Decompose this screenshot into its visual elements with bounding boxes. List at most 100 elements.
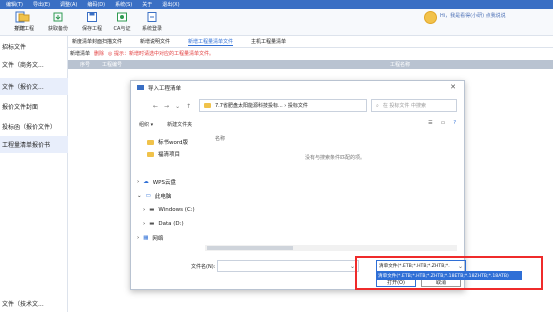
highlight-box [355, 256, 543, 290]
user-greeting[interactable]: Hi，我是看得(小研) 点我说说 [424, 11, 506, 24]
network-icon: ▦ [143, 235, 149, 241]
drive-icon: ▬ [149, 207, 155, 213]
forward-arrow-icon[interactable]: → [164, 103, 169, 110]
tree-item[interactable]: › ▬ Data (D:) [143, 219, 184, 229]
drive-icon: ▬ [149, 221, 155, 227]
address-path: 7.7省肥盘太阳能源科技投标... › 投标文件 [215, 103, 308, 109]
menu-edit[interactable]: 编辑(T) [6, 1, 23, 8]
menu-bar: 编辑(T) 导出(E) 调整(A) 编码(D) 系统(S) 关于 退出(X) [0, 0, 553, 9]
sidebar-item-label: 文件（商务文... [2, 62, 44, 69]
get-backup-button[interactable]: 获取备份 [42, 11, 74, 32]
view-options-icon[interactable]: ☰ [428, 120, 432, 126]
new-bill-button[interactable]: 新增清单 [70, 50, 90, 57]
search-icon: ⌕ [376, 102, 379, 109]
sidebar-item-bid-letter[interactable]: 投标函（报价文件） [0, 118, 68, 135]
computer-icon: ▭ [145, 193, 151, 199]
tab-new-description[interactable]: 新增说明文件 [140, 38, 170, 45]
back-arrow-icon[interactable]: ← [153, 103, 158, 110]
tree-item[interactable]: 福清项目 [147, 149, 180, 159]
empty-message: 没有与搜索条件匹配的项。 [305, 155, 366, 161]
search-input[interactable]: ⌕ 在 投标文件 中搜索 [371, 99, 457, 112]
tab-new-cover-scan[interactable]: 新度清单封面扫描文件 [72, 38, 122, 45]
tree-item[interactable]: › ☁ WPS云盘 [137, 177, 176, 187]
login-icon [147, 12, 157, 22]
save-project-label: 保存工程 [81, 26, 102, 32]
tree-item[interactable]: ⌄ ▭ 此电脑 [137, 191, 171, 201]
dialog-title: 导入工程清单 [148, 85, 182, 92]
search-placeholder: 在 投标文件 中搜索 [382, 103, 426, 109]
tree-label: 网络 [152, 236, 164, 242]
user-greeting-text: Hi，我是看得(小研) 点我说说 [440, 13, 506, 19]
tree-item[interactable]: › ▬ Windows (C:) [143, 205, 195, 215]
column-name-header[interactable]: 名称 [215, 135, 225, 142]
new-folder-button[interactable]: 新建文件夹 [167, 121, 192, 128]
sidebar-item-quote-cover[interactable]: 报价文件封面 [0, 98, 68, 115]
address-bar[interactable]: 7.7省肥盘太阳能源科技投标... › 投标文件 [199, 99, 367, 112]
ca-cert-label: CA与证 [113, 26, 131, 32]
sidebar-item-label: 文件（技术文... [2, 301, 44, 308]
open-project-label: 打开工程 [13, 26, 34, 32]
toolbar: 新建 打开工程 获取备份 保存工程 CA与证 系统登录 Hi，我是看得(小研) … [0, 9, 553, 36]
close-icon[interactable]: ✕ [450, 83, 456, 91]
menu-system[interactable]: 系统(S) [115, 1, 132, 8]
tree-label: 福清项目 [158, 152, 181, 158]
save-project-button[interactable]: 保存工程 [76, 11, 108, 32]
scrollbar-thumb[interactable] [207, 246, 293, 250]
view-controls: ☰ ▭ ? [428, 120, 456, 126]
sidebar-item-bill-quote[interactable]: 工程量清单报价书 [0, 136, 68, 153]
tree-label: Data (D:) [158, 221, 184, 227]
tree-label: WPS云盘 [152, 180, 176, 186]
chevron-right-icon: › [137, 235, 140, 241]
sidebar-item-label: 投标函（报价文件） [2, 124, 57, 131]
cloud-icon: ☁ [143, 179, 149, 185]
ca-cert-button[interactable]: CA与证 [106, 11, 138, 32]
tip-text: ◎ 提示：新增时请选中对应的工程量清单文件。 [108, 50, 214, 57]
chevron-right-icon: › [143, 207, 146, 213]
col-project-code: 工程编号 [102, 62, 123, 68]
up-arrow-icon[interactable]: ↑ [186, 103, 191, 110]
dialog-app-icon [137, 85, 144, 90]
menu-exit[interactable]: 退出(X) [162, 1, 179, 8]
menu-adjust[interactable]: 调整(A) [60, 1, 77, 8]
chevron-down-icon: ⌄ [137, 193, 142, 199]
sidebar-item-label: 工程量清单报价书 [2, 142, 51, 149]
horizontal-scrollbar[interactable] [205, 245, 457, 251]
certificate-icon [117, 12, 127, 22]
sidebar-item-label: 报价文件封面 [2, 104, 39, 111]
folder-icon [147, 139, 154, 145]
chevron-right-icon: › [143, 221, 146, 227]
sidebar-item-quote-file[interactable]: 文件（报价文... [0, 78, 68, 95]
delete-button[interactable]: 删除 [94, 50, 104, 57]
folder-icon [147, 151, 154, 157]
folder-icon [204, 103, 211, 108]
col-index: 序号 [79, 62, 90, 68]
filename-label: 文件名(N): [191, 264, 216, 270]
sidebar-item-business-file[interactable]: 文件（商务文... [0, 56, 68, 73]
preview-pane-icon[interactable]: ▭ [441, 120, 446, 126]
system-login-button[interactable]: 系统登录 [136, 11, 168, 32]
sidebar-item-tech-file[interactable]: 文件（技术文... [0, 295, 68, 312]
cloud-download-icon [53, 12, 63, 22]
open-project-button[interactable]: 打开工程 [8, 11, 40, 32]
menu-about[interactable]: 关于 [142, 1, 152, 8]
chevron-right-icon: › [137, 179, 140, 185]
organize-button[interactable]: 组织 ▾ [139, 121, 153, 128]
tree-label: Windows (C:) [158, 207, 195, 213]
menu-export[interactable]: 导出(E) [33, 1, 50, 8]
get-backup-label: 获取备份 [47, 26, 68, 32]
save-icon [87, 12, 97, 22]
sidebar-item-tender-file[interactable]: 招标文件 [0, 38, 68, 55]
tab-main-bill[interactable]: 主机工程量清单 [251, 38, 286, 45]
sub-toolbar: 新增清单 删除 ◎ 提示：新增时请选中对应的工程量清单文件。 [68, 48, 553, 58]
tab-new-bill-file[interactable]: 新增工程量清单文件 [188, 38, 234, 46]
chevron-down-icon[interactable]: ⌄ [175, 103, 180, 110]
menu-code[interactable]: 编码(D) [87, 1, 105, 8]
tree-label: 此电脑 [154, 194, 172, 200]
sidebar-item-label: 文件（报价文... [2, 84, 44, 91]
filename-input[interactable]: ⌄ [217, 260, 359, 272]
tree-item[interactable]: 标书word版 [147, 137, 188, 147]
sidebar-item-label: 招标文件 [2, 44, 27, 51]
system-login-label: 系统登录 [141, 26, 162, 32]
tree-item[interactable]: › ▦ 网络 [137, 233, 163, 243]
help-icon[interactable]: ? [453, 120, 456, 126]
